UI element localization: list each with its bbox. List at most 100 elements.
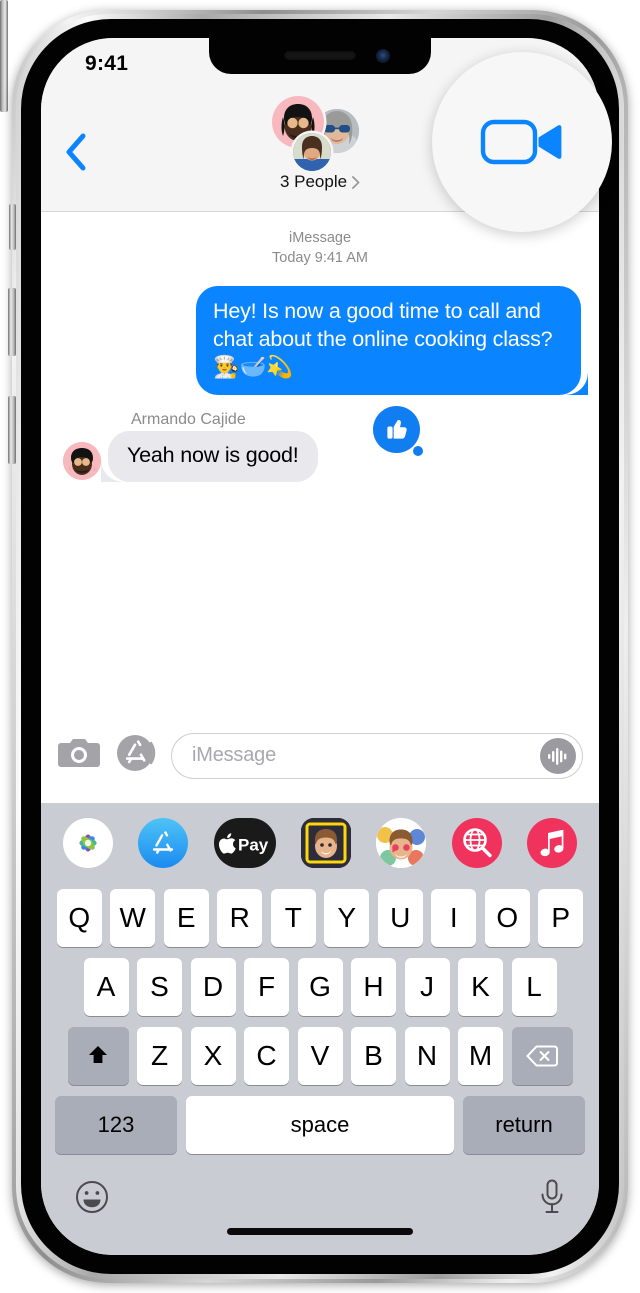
- incoming-line: Yeah now is good!: [55, 430, 599, 482]
- service-label: iMessage: [288, 230, 352, 246]
- key-i[interactable]: I: [431, 889, 477, 947]
- shift-arrow-icon: [89, 1046, 107, 1063]
- key-b[interactable]: B: [351, 1027, 396, 1085]
- app-store-icon: [117, 735, 156, 771]
- key-z[interactable]: Z: [137, 1027, 182, 1085]
- imessage-app-drawer: Pay: [41, 803, 599, 883]
- microphone-icon: [541, 1179, 563, 1213]
- key-f[interactable]: F: [244, 958, 289, 1016]
- key-g[interactable]: G: [297, 958, 343, 1016]
- keyboard-row-2: A S D F G H J K L: [41, 958, 599, 1016]
- camera-button[interactable]: [57, 735, 101, 776]
- svg-text:Pay: Pay: [238, 836, 269, 855]
- key-e[interactable]: E: [163, 889, 209, 947]
- video-camera-icon: [480, 119, 562, 165]
- sender-name: Armando Cajide: [131, 410, 246, 428]
- emoji-key[interactable]: [75, 1180, 109, 1219]
- conversation-meta: iMessage Today 9:41 AM: [41, 229, 599, 268]
- mute-switch-button[interactable]: [9, 204, 16, 250]
- message-bubble-incoming[interactable]: Yeah now is good!: [108, 430, 318, 482]
- message-input-placeholder: iMessage: [192, 744, 276, 766]
- images-gif-app-button[interactable]: [451, 818, 502, 868]
- key-a[interactable]: A: [83, 958, 129, 1016]
- apple-music-app-button[interactable]: [526, 818, 577, 868]
- keyboard-row-1: Q W E R T Y U I O P: [41, 889, 599, 947]
- onscreen-keyboard: Q W E R T Y U I O P A S D F G H J K L Z …: [41, 883, 599, 1255]
- camera-icon: [58, 739, 100, 767]
- key-s[interactable]: S: [137, 958, 182, 1016]
- app-store-app-button[interactable]: [138, 818, 189, 868]
- photos-app-button[interactable]: [63, 818, 113, 868]
- message-row-outgoing: Hey! Is now a good time to call and chat…: [41, 286, 581, 395]
- memoji-face-icon: [63, 441, 101, 480]
- message-bubble-outgoing[interactable]: Hey! Is now a good time to call and chat…: [196, 286, 581, 395]
- participants-label-row[interactable]: 3 People: [280, 172, 360, 192]
- thumbs-up-icon: [386, 420, 407, 440]
- return-key[interactable]: return: [463, 1096, 585, 1154]
- avatar-armando-memoji-small: [63, 441, 101, 480]
- key-h[interactable]: H: [351, 958, 396, 1016]
- key-w[interactable]: W: [110, 889, 156, 947]
- back-button[interactable]: [63, 132, 89, 172]
- key-x[interactable]: X: [190, 1027, 236, 1085]
- key-t[interactable]: T: [270, 889, 316, 947]
- key-u[interactable]: U: [377, 889, 423, 947]
- key-c[interactable]: C: [244, 1027, 289, 1085]
- key-k[interactable]: K: [458, 958, 503, 1016]
- memoji-stickers-icon: [376, 818, 427, 868]
- music-note-icon: [540, 829, 564, 857]
- space-key[interactable]: space: [186, 1096, 454, 1154]
- apple-pay-icon: Pay: [218, 833, 269, 855]
- thumbs-up-reaction[interactable]: [373, 405, 423, 456]
- backspace-key[interactable]: [511, 1027, 573, 1085]
- key-v[interactable]: V: [297, 1027, 343, 1085]
- message-row-incoming: Armando Cajide Yeah now is good!: [55, 405, 599, 482]
- memoji-app-button[interactable]: [300, 818, 351, 868]
- key-p[interactable]: P: [538, 889, 584, 947]
- apple-pay-app-button[interactable]: Pay: [213, 818, 276, 868]
- key-m[interactable]: M: [458, 1027, 503, 1085]
- emoji-smiley-icon: [76, 1181, 108, 1213]
- message-input-field[interactable]: iMessage: [171, 732, 583, 779]
- apps-button[interactable]: [115, 732, 157, 779]
- keyboard-row-4: 123 space return: [41, 1096, 599, 1154]
- memoji-camera-icon: [300, 818, 351, 868]
- earpiece-speaker-icon: [284, 51, 356, 60]
- facetime-video-button-magnifier[interactable]: [432, 52, 612, 232]
- key-j[interactable]: J: [404, 958, 450, 1016]
- audio-waveform-icon: [548, 747, 567, 765]
- key-q[interactable]: Q: [56, 889, 102, 947]
- contact-photo-icon: [293, 133, 331, 171]
- screenshot-stage: 9:41 3 People iMessage Today 9:41 AM Hey…: [0, 0, 640, 1293]
- keyboard-row-3: Z X C V B N M: [41, 1027, 599, 1085]
- audio-message-button[interactable]: [540, 737, 576, 774]
- avatar-contact-woman: [293, 133, 331, 171]
- chevron-left-icon: [66, 133, 86, 171]
- key-l[interactable]: L: [511, 958, 557, 1016]
- message-list: iMessage Today 9:41 AM Hey! Is now a goo…: [41, 213, 599, 708]
- images-search-icon: [462, 828, 492, 858]
- key-d[interactable]: D: [190, 958, 236, 1016]
- app-store-icon: [153, 831, 174, 854]
- message-input-bar: iMessage: [41, 708, 599, 803]
- backspace-icon: [526, 1045, 558, 1067]
- memoji-stickers-app-button[interactable]: [376, 818, 427, 868]
- conversation-timestamp: Today 9:41 AM: [272, 249, 368, 266]
- key-y[interactable]: Y: [324, 889, 370, 947]
- key-o[interactable]: O: [484, 889, 530, 947]
- participants-avatars[interactable]: [260, 96, 380, 172]
- volume-down-button[interactable]: [8, 396, 16, 464]
- photos-icon: [79, 834, 97, 852]
- home-indicator[interactable]: [227, 1228, 413, 1235]
- front-camera-icon: [376, 49, 390, 63]
- numbers-key[interactable]: 123: [55, 1096, 177, 1154]
- participants-label: 3 People: [279, 172, 348, 191]
- side-power-button[interactable]: [0, 0, 8, 112]
- key-r[interactable]: R: [217, 889, 263, 947]
- key-n[interactable]: N: [404, 1027, 450, 1085]
- chevron-right-icon: [352, 175, 360, 189]
- dictation-key[interactable]: [539, 1179, 565, 1220]
- shift-key[interactable]: [67, 1027, 129, 1085]
- keyboard-bottom-row: [41, 1165, 599, 1220]
- volume-up-button[interactable]: [8, 288, 16, 356]
